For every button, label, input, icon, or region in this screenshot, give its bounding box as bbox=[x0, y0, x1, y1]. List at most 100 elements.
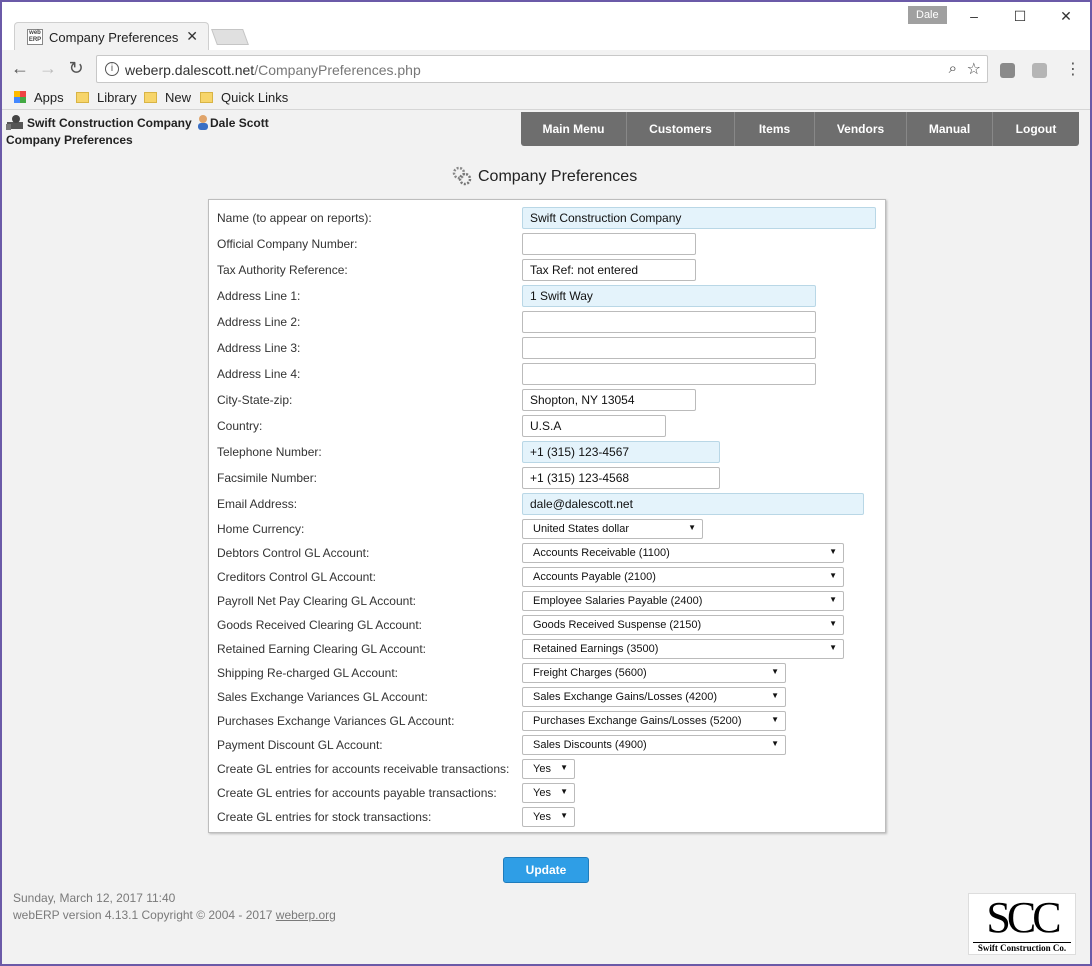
address-line-3-input[interactable] bbox=[522, 337, 816, 359]
retained-earning-select[interactable]: Retained Earnings (3500) ▼ bbox=[522, 639, 844, 659]
preferences-form: Name (to appear on reports): Swift Const… bbox=[208, 199, 886, 833]
extension-icon[interactable] bbox=[1000, 63, 1015, 78]
folder-icon bbox=[76, 92, 89, 103]
update-button[interactable]: Update bbox=[503, 857, 589, 883]
version-text: webERP version 4.13.1 Copyright © 2004 -… bbox=[13, 908, 276, 922]
weberp-link[interactable]: weberp.org bbox=[276, 908, 336, 922]
address-line-1-input[interactable]: 1 Swift Way bbox=[522, 285, 816, 307]
tab-title: Company Preferences bbox=[49, 30, 179, 45]
user-name[interactable]: Dale Scott bbox=[210, 116, 269, 130]
gl-stock-select[interactable]: Yes ▼ bbox=[522, 807, 575, 827]
field-label: Address Line 2: bbox=[217, 315, 301, 329]
tab-close-icon[interactable]: ✕ bbox=[186, 28, 198, 45]
nav-manual[interactable]: Manual bbox=[907, 112, 993, 146]
tax-authority-reference-input[interactable]: Tax Ref: not entered bbox=[522, 259, 696, 281]
company-name-input[interactable]: Swift Construction Company bbox=[522, 207, 876, 229]
user-icon bbox=[198, 115, 209, 130]
field-label: Goods Received Clearing GL Account: bbox=[217, 618, 423, 632]
payment-discount-select[interactable]: Sales Discounts (4900) ▼ bbox=[522, 735, 786, 755]
country-input[interactable]: U.S.A bbox=[522, 415, 666, 437]
browser-menu-icon[interactable]: ⋮ bbox=[1065, 59, 1081, 79]
zoom-icon[interactable]: ⌕ bbox=[949, 60, 957, 77]
field-label: Debtors Control GL Account: bbox=[217, 546, 370, 560]
bookmark-new[interactable]: New bbox=[144, 90, 191, 108]
bookmark-label: New bbox=[165, 90, 192, 105]
bookmark-label: Quick Links bbox=[221, 90, 289, 105]
minimize-icon[interactable]: – bbox=[964, 8, 984, 24]
select-value: Goods Received Suspense (2150) bbox=[533, 619, 702, 631]
select-value: United States dollar bbox=[533, 523, 629, 535]
select-value: Accounts Payable (2100) bbox=[533, 571, 656, 583]
shipping-recharged-select[interactable]: Freight Charges (5600) ▼ bbox=[522, 663, 786, 683]
home-currency-select[interactable]: United States dollar ▼ bbox=[522, 519, 703, 539]
field-label: Home Currency: bbox=[217, 522, 305, 536]
field-label: Create GL entries for accounts receivabl… bbox=[217, 762, 510, 776]
nav-main-menu[interactable]: Main Menu bbox=[521, 112, 627, 146]
field-label: Retained Earning Clearing GL Account: bbox=[217, 642, 427, 656]
bookmark-quick-links[interactable]: Quick Links bbox=[200, 90, 288, 108]
gl-receivable-select[interactable]: Yes ▼ bbox=[522, 759, 575, 779]
nav-logout[interactable]: Logout bbox=[993, 112, 1079, 146]
address-line-2-input[interactable] bbox=[522, 311, 816, 333]
dropdown-arrow-icon: ▼ bbox=[829, 571, 837, 580]
maximize-icon[interactable]: ☐ bbox=[1010, 8, 1030, 25]
reload-icon[interactable]: ↻ bbox=[66, 58, 86, 79]
dropdown-arrow-icon: ▼ bbox=[688, 523, 696, 532]
main-nav-bar: Main Menu Customers Items Vendors Manual… bbox=[521, 112, 1079, 146]
field-label: Payment Discount GL Account: bbox=[217, 738, 383, 752]
dropdown-arrow-icon: ▼ bbox=[829, 643, 837, 652]
nav-customers[interactable]: Customers bbox=[627, 112, 735, 146]
select-value: Yes bbox=[533, 787, 551, 799]
bookmark-apps[interactable]: Apps bbox=[14, 90, 64, 108]
telephone-input[interactable]: +1 (315) 123-4567 bbox=[522, 441, 720, 463]
creditors-control-select[interactable]: Accounts Payable (2100) ▼ bbox=[522, 567, 844, 587]
window-close-icon[interactable]: ✕ bbox=[1056, 8, 1076, 25]
profile-badge[interactable]: Dale bbox=[908, 6, 947, 24]
select-value: Retained Earnings (3500) bbox=[533, 643, 659, 655]
url-path: /CompanyPreferences.php bbox=[254, 62, 421, 78]
url-text[interactable]: weberp.dalescott.net/CompanyPreferences.… bbox=[125, 62, 421, 78]
dropdown-arrow-icon: ▼ bbox=[560, 811, 568, 820]
field-label: Purchases Exchange Variances GL Account: bbox=[217, 714, 455, 728]
site-info-icon[interactable]: i bbox=[105, 62, 119, 76]
select-value: Accounts Receivable (1100) bbox=[533, 547, 670, 559]
goods-received-select[interactable]: Goods Received Suspense (2150) ▼ bbox=[522, 615, 844, 635]
nav-items[interactable]: Items bbox=[735, 112, 815, 146]
sales-exchange-select[interactable]: Sales Exchange Gains/Losses (4200) ▼ bbox=[522, 687, 786, 707]
address-line-4-input[interactable] bbox=[522, 363, 816, 385]
extension-2-icon[interactable] bbox=[1032, 63, 1047, 78]
dropdown-arrow-icon: ▼ bbox=[771, 739, 779, 748]
field-label: City-State-zip: bbox=[217, 393, 293, 407]
field-label: Facsimile Number: bbox=[217, 471, 318, 485]
city-state-zip-input[interactable]: Shopton, NY 13054 bbox=[522, 389, 696, 411]
purchases-exchange-select[interactable]: Purchases Exchange Gains/Losses (5200) ▼ bbox=[522, 711, 786, 731]
email-input[interactable]: dale@dalescott.net bbox=[522, 493, 864, 515]
field-label: Shipping Re-charged GL Account: bbox=[217, 666, 399, 680]
field-label: Name (to appear on reports): bbox=[217, 211, 372, 225]
select-value: Sales Discounts (4900) bbox=[533, 739, 647, 751]
back-icon[interactable]: ← bbox=[10, 58, 30, 79]
official-company-number-input[interactable] bbox=[522, 233, 696, 255]
gl-payable-select[interactable]: Yes ▼ bbox=[522, 783, 575, 803]
debtors-control-select[interactable]: Accounts Receivable (1100) ▼ bbox=[522, 543, 844, 563]
nav-vendors[interactable]: Vendors bbox=[815, 112, 907, 146]
field-label: Official Company Number: bbox=[217, 237, 358, 251]
address-bar[interactable]: i weberp.dalescott.net/CompanyPreference… bbox=[96, 55, 988, 83]
select-value: Freight Charges (5600) bbox=[533, 667, 647, 679]
field-label: Tax Authority Reference: bbox=[217, 263, 348, 277]
facsimile-input[interactable]: +1 (315) 123-4568 bbox=[522, 467, 720, 489]
dropdown-arrow-icon: ▼ bbox=[829, 547, 837, 556]
bookmark-star-icon[interactable]: ☆ bbox=[967, 59, 981, 79]
company-user-line: Swift Construction Company Dale Scott bbox=[6, 114, 269, 130]
field-label: Creditors Control GL Account: bbox=[217, 570, 376, 584]
payroll-clearing-select[interactable]: Employee Salaries Payable (2400) ▼ bbox=[522, 591, 844, 611]
bookmark-library[interactable]: Library bbox=[76, 90, 137, 108]
dropdown-arrow-icon: ▼ bbox=[560, 763, 568, 772]
logo-subtitle: Swift Construction Co. bbox=[973, 942, 1071, 953]
new-tab-button[interactable] bbox=[211, 29, 249, 45]
browser-tab[interactable]: web ERP Company Preferences ✕ bbox=[14, 22, 209, 50]
company-name[interactable]: Swift Construction Company bbox=[27, 116, 192, 130]
field-label: Telephone Number: bbox=[217, 445, 322, 459]
company-icon bbox=[6, 115, 23, 130]
forward-icon[interactable]: → bbox=[38, 58, 58, 79]
